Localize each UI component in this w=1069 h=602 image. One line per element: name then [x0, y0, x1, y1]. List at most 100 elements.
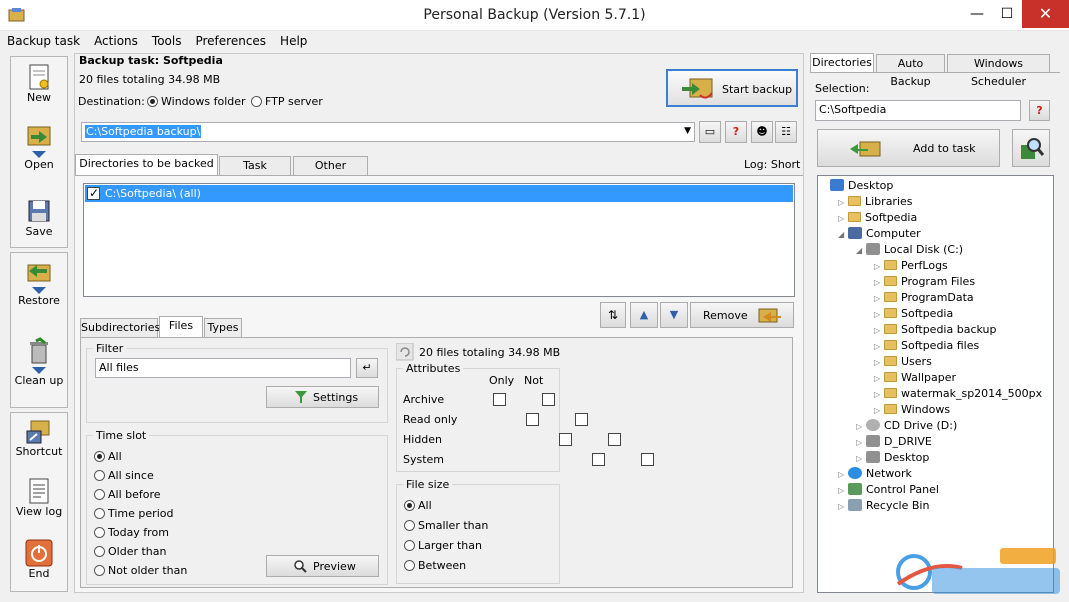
timeslot-not-older-than-radio[interactable]: Not older than — [94, 564, 187, 577]
readonly-only-checkbox[interactable] — [526, 413, 539, 426]
dest-ftp-radio[interactable]: FTP server — [251, 95, 323, 108]
expand-icon[interactable]: ▷ — [874, 323, 884, 339]
tree-item[interactable]: ▷ watermak_sp2014_500px — [874, 386, 1042, 402]
selection-input[interactable]: C:\Softpedia — [815, 100, 1021, 121]
collapse-icon[interactable]: ◢ — [856, 243, 866, 259]
expand-icon[interactable]: ▷ — [838, 499, 848, 515]
start-backup-button[interactable]: Start backup — [666, 69, 798, 107]
list-item[interactable]: C:\Softpedia\ (all) — [85, 185, 793, 202]
tab-subdirectories[interactable]: Subdirectories — [80, 318, 160, 337]
tree-item[interactable]: ▷ D_DRIVE — [856, 434, 932, 450]
filter-settings-button[interactable]: Settings — [266, 386, 379, 408]
tree-item[interactable]: ▷ Desktop — [856, 450, 929, 466]
tree-item[interactable]: ▷ Network — [838, 466, 912, 482]
search-button[interactable] — [1012, 129, 1050, 167]
move-up-button[interactable]: ▲ — [630, 302, 658, 328]
restore-button[interactable]: Restore — [11, 257, 67, 307]
open-button[interactable]: Open — [11, 121, 67, 171]
tab-auto-backup[interactable]: Auto Backup — [876, 54, 945, 88]
filter-input[interactable]: All files — [95, 358, 351, 378]
minimize-button[interactable]: — — [962, 0, 992, 28]
tree-item[interactable]: ▷ Softpedia — [874, 306, 953, 322]
tab-directories[interactable]: Directories to be backed up — [75, 154, 218, 188]
expand-icon[interactable]: ▷ — [874, 403, 884, 419]
tree-item[interactable]: ▷ Recycle Bin — [838, 498, 929, 514]
readonly-not-checkbox[interactable] — [574, 413, 588, 426]
selection-help-button[interactable]: ? — [1029, 100, 1050, 121]
cleanup-button[interactable]: Clean up — [11, 337, 67, 387]
add-to-task-button[interactable]: Add to task — [817, 129, 1000, 167]
save-button[interactable]: Save — [11, 197, 67, 238]
tree-item[interactable]: ▷ ProgramData — [874, 290, 974, 306]
filesize-between-radio[interactable]: Between — [404, 559, 466, 572]
tree-item[interactable]: ▷ Control Panel — [838, 482, 939, 498]
tree-item[interactable]: ▷ Windows — [874, 402, 950, 418]
menu-tools[interactable]: Tools — [145, 31, 189, 51]
hidden-not-checkbox[interactable] — [607, 433, 621, 446]
filter-apply-button[interactable]: ↵ — [356, 358, 378, 378]
directory-list-button[interactable]: ☷ — [775, 121, 797, 143]
menu-actions[interactable]: Actions — [87, 31, 145, 51]
drive-button[interactable]: ▭ — [699, 121, 721, 143]
archive-not-checkbox[interactable] — [541, 393, 555, 406]
tree-item[interactable]: ◢ Local Disk (C:) — [856, 242, 963, 258]
refresh-icon[interactable] — [395, 342, 414, 361]
expand-icon[interactable]: ▷ — [874, 355, 884, 371]
timeslot-all-before-radio[interactable]: All before — [94, 488, 161, 501]
tab-windows-scheduler[interactable]: Windows Scheduler — [947, 54, 1050, 88]
expand-icon[interactable]: ▷ — [838, 483, 848, 499]
expand-icon[interactable]: ▷ — [838, 467, 848, 483]
expand-icon[interactable]: ▷ — [874, 371, 884, 387]
tree-item[interactable]: ▷ Libraries — [838, 194, 913, 210]
destination-help-button[interactable]: ? — [725, 121, 747, 143]
tab-other-options[interactable]: Other options — [293, 156, 368, 190]
move-down-button[interactable]: ▼ — [660, 302, 688, 328]
end-button[interactable]: End — [11, 539, 67, 580]
new-button[interactable]: New — [11, 63, 67, 104]
tree-item[interactable]: ▷ CD Drive (D:) — [856, 418, 957, 434]
dest-windows-radio[interactable]: Windows folder — [147, 95, 246, 108]
timeslot-all-radio[interactable]: All — [94, 450, 122, 463]
directory-tree[interactable]: Desktop ▷ Libraries ▷ Softpedia ◢ Computer ◢ Loc… — [817, 175, 1054, 593]
tree-item[interactable]: Desktop — [820, 178, 893, 194]
chevron-down-icon[interactable]: ▼ — [684, 126, 691, 136]
directory-checkbox[interactable] — [87, 186, 100, 200]
expand-icon[interactable]: ▷ — [874, 307, 884, 323]
menu-preferences[interactable]: Preferences — [188, 31, 273, 51]
tree-item[interactable]: ◢ Computer — [838, 226, 921, 242]
filesize-all-radio[interactable]: All — [404, 499, 432, 512]
tree-item[interactable]: ▷ Program Files — [874, 274, 975, 290]
expand-icon[interactable]: ▷ — [874, 387, 884, 403]
archive-only-checkbox[interactable] — [493, 393, 506, 406]
system-only-checkbox[interactable] — [592, 453, 605, 466]
tab-files[interactable]: Files — [159, 316, 203, 337]
restore-dropdown-icon[interactable] — [32, 287, 46, 294]
preview-button[interactable]: Preview — [266, 555, 379, 577]
expand-icon[interactable]: ▷ — [856, 419, 866, 435]
tab-directories-browser[interactable]: Directories — [810, 53, 874, 73]
remove-button[interactable]: Remove — [690, 302, 794, 328]
close-button[interactable]: ✕ — [1022, 0, 1069, 28]
expand-icon[interactable]: ▷ — [838, 195, 848, 211]
expand-icon[interactable]: ▷ — [874, 291, 884, 307]
maximize-button[interactable]: ☐ — [992, 0, 1022, 28]
expand-icon[interactable]: ▷ — [838, 211, 848, 227]
filesize-smaller-radio[interactable]: Smaller than — [404, 519, 488, 532]
menu-backup-task[interactable]: Backup task — [0, 31, 87, 51]
tree-item[interactable]: ▷ Wallpaper — [874, 370, 956, 386]
cleanup-dropdown-icon[interactable] — [32, 367, 46, 374]
collapse-icon[interactable]: ◢ — [838, 227, 848, 243]
expand-icon[interactable]: ▷ — [874, 275, 884, 291]
expand-icon[interactable]: ▷ — [856, 435, 866, 451]
tree-item[interactable]: ▷ Softpedia backup — [874, 322, 997, 338]
sort-button[interactable]: ⇅ — [600, 302, 626, 328]
tab-types[interactable]: Types — [204, 318, 242, 337]
menu-help[interactable]: Help — [273, 31, 314, 51]
directory-list[interactable]: C:\Softpedia\ (all) — [83, 183, 795, 297]
timeslot-today-from-radio[interactable]: Today from — [94, 526, 169, 539]
user-button[interactable]: ☻ — [751, 121, 773, 143]
shortcut-button[interactable]: Shortcut — [11, 417, 67, 458]
expand-icon[interactable]: ▷ — [874, 259, 884, 275]
tree-item[interactable]: ▷ Softpedia files — [874, 338, 979, 354]
destination-path-combo[interactable]: C:\Softpedia backup\ ▼ — [81, 122, 695, 142]
